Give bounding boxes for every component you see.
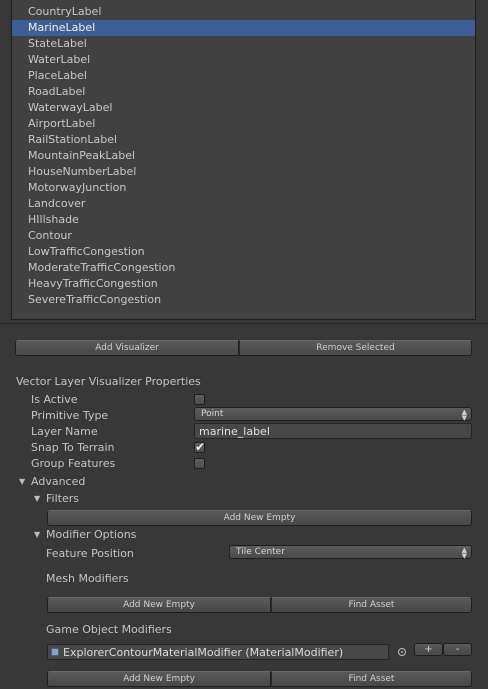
snap-to-terrain-checkbox[interactable]: ✔ (194, 440, 206, 454)
filters-foldout[interactable]: Filters (46, 492, 79, 505)
list-item[interactable]: HouseNumberLabel (12, 164, 475, 180)
list-item[interactable]: LowTrafficCongestion (12, 244, 475, 260)
game-object-modifiers-label: Game Object Modifiers (46, 623, 172, 636)
list-item[interactable]: SevereTrafficCongestion (12, 292, 475, 308)
feature-position-label: Feature Position (46, 547, 134, 560)
modifier-options-foldout-icon[interactable]: ▼ (34, 530, 40, 539)
filters-add-new-empty-button[interactable]: Add New Empty (47, 510, 472, 526)
group-features-checkbox[interactable] (194, 458, 205, 469)
list-item[interactable]: PlaceLabel (12, 68, 475, 84)
list-item[interactable]: WaterwayLabel (12, 100, 475, 116)
updown-arrows-icon: ▲ ▼ (461, 408, 467, 422)
is-active-label: Is Active (31, 393, 78, 406)
section-title: Vector Layer Visualizer Properties (16, 375, 201, 388)
modifier-options-foldout[interactable]: Modifier Options (46, 528, 136, 541)
gameobject-find-asset-button[interactable]: Find Asset (271, 671, 472, 687)
group-features-label: Group Features (31, 457, 116, 470)
is-active-checkbox[interactable] (194, 394, 205, 405)
list-item[interactable]: RailStationLabel (12, 132, 475, 148)
advanced-foldout[interactable]: Advanced (31, 475, 85, 488)
list-item[interactable]: CountryLabel (12, 4, 475, 20)
script-asset-icon (51, 648, 59, 656)
gameobject-add-new-empty-button[interactable]: Add New Empty (47, 671, 271, 687)
feature-position-value: Tile Center (236, 547, 285, 557)
game-object-modifier-field[interactable]: ExplorerContourMaterialModifier (Materia… (47, 644, 389, 660)
mesh-add-new-empty-button[interactable]: Add New Empty (47, 597, 271, 613)
filters-foldout-icon[interactable]: ▼ (34, 494, 40, 503)
remove-modifier-button[interactable]: - (443, 643, 472, 656)
list-item[interactable]: StateLabel (12, 36, 475, 52)
primitive-type-label: Primitive Type (31, 409, 109, 422)
layer-name-label: Layer Name (31, 425, 98, 438)
list-item[interactable]: ModerateTrafficCongestion (12, 260, 475, 276)
feature-position-dropdown[interactable]: Tile Center ▲ ▼ (229, 545, 472, 560)
separator (0, 323, 488, 324)
checkmark-icon: ✔ (195, 440, 206, 454)
list-item[interactable]: MarineLabel (12, 20, 475, 36)
list-item[interactable]: MotorwayJunction (12, 180, 475, 196)
list-item[interactable]: WaterLabel (12, 52, 475, 68)
list-item[interactable]: Landcover (12, 196, 475, 212)
list-item[interactable]: Contour (12, 228, 475, 244)
primitive-type-value: Point (201, 409, 224, 419)
layer-name-field[interactable]: marine_label (194, 423, 472, 439)
primitive-type-dropdown[interactable]: Point ▲ ▼ (194, 407, 472, 422)
updown-arrows-icon: ▲ ▼ (461, 546, 467, 560)
add-modifier-button[interactable]: + (414, 643, 443, 656)
mesh-modifiers-label: Mesh Modifiers (46, 572, 129, 585)
add-visualizer-button[interactable]: Add Visualizer (15, 340, 239, 356)
layer-list[interactable]: CountryLabel MarineLabel StateLabel WaterLa… (11, 0, 476, 320)
list-item[interactable]: HeavyTrafficCongestion (12, 276, 475, 292)
advanced-foldout-icon[interactable]: ▼ (19, 477, 25, 486)
object-picker-icon[interactable] (398, 648, 406, 656)
list-item[interactable]: HIllshade (12, 212, 475, 228)
snap-to-terrain-label: Snap To Terrain (31, 441, 115, 454)
remove-selected-button[interactable]: Remove Selected (239, 340, 472, 356)
list-item[interactable]: MountainPeakLabel (12, 148, 475, 164)
mesh-find-asset-button[interactable]: Find Asset (271, 597, 472, 613)
list-item[interactable]: AirportLabel (12, 116, 475, 132)
list-item[interactable]: RoadLabel (12, 84, 475, 100)
game-object-modifier-value: ExplorerContourMaterialModifier (Materia… (63, 646, 344, 659)
